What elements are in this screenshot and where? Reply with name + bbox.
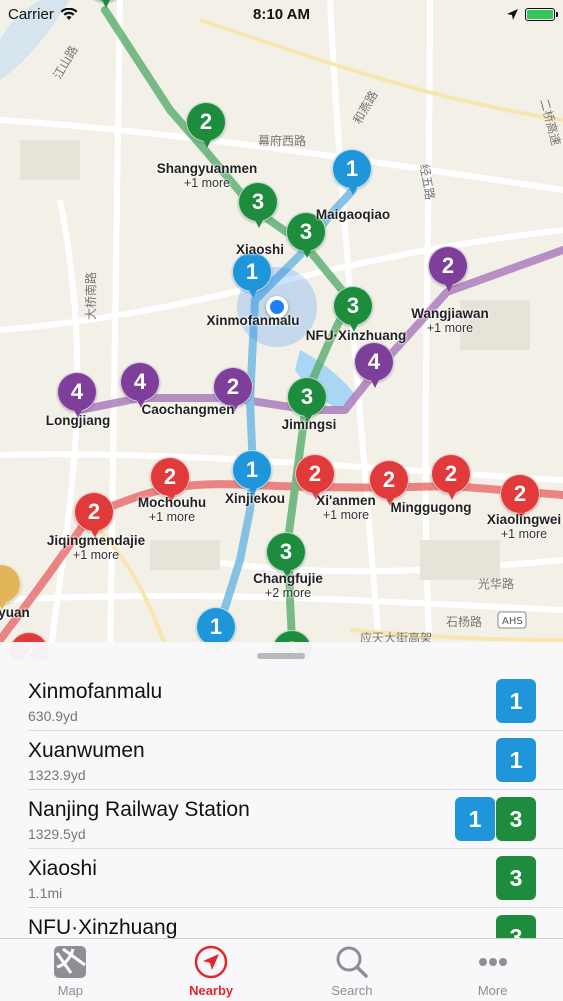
station-label[interactable]: Xi'anmen +1 more xyxy=(316,493,375,523)
street-label: 幕府西路 xyxy=(258,133,306,148)
tab-label: Map xyxy=(57,983,84,998)
line-badge: 1 xyxy=(455,797,495,841)
carrier-label: Carrier xyxy=(8,5,54,23)
station-label[interactable]: Wangjiawan +1 more xyxy=(411,306,489,336)
station-label[interactable]: Jimingsi xyxy=(282,417,337,432)
station-name: NFU·Xinzhuang xyxy=(28,916,178,938)
list-item[interactable]: Xiaoshi 1.1mi 3 xyxy=(28,849,563,908)
station-label[interactable]: Caochangmen xyxy=(141,402,234,417)
list-item[interactable]: NFU·Xinzhuang 3 xyxy=(28,908,563,938)
search-icon xyxy=(336,946,368,978)
list-item[interactable]: Xuanwumen 1323.9yd 1 xyxy=(28,731,563,790)
station-distance: 1.1mi xyxy=(28,885,63,901)
line-badge: 3 xyxy=(496,915,536,938)
map-view[interactable]: 幕府西路 和燕路 经五路 江山路 大桥南路 光华路 石杨路 应天大街高架 二桥高… xyxy=(0,0,563,660)
map-icon xyxy=(54,946,87,978)
line-badge: 1 xyxy=(496,738,536,782)
tab-label: Search xyxy=(331,983,373,998)
station-pin[interactable]: 1 xyxy=(232,252,274,302)
more-dots-icon xyxy=(478,958,507,966)
status-bar: Carrier 8:10 AM xyxy=(0,0,563,28)
station-name: Xinmofanmalu xyxy=(28,680,163,703)
station-label[interactable]: Longjiang xyxy=(46,413,111,428)
tab-bar: Map Nearby Search More xyxy=(0,938,563,1001)
station-pin[interactable]: 2 xyxy=(186,102,228,152)
station-label[interactable]: Mochouhu +1 more xyxy=(138,495,206,525)
station-label[interactable]: NFU·Xinzhuang xyxy=(306,328,407,343)
street-label: 石杨路 xyxy=(446,614,482,629)
station-label[interactable]: Xiaolingwei +1 more xyxy=(487,512,561,542)
battery-icon xyxy=(525,7,558,21)
station-label[interactable]: Xiaoshi xyxy=(236,242,284,257)
station-label[interactable]: Xinmofanmalu xyxy=(206,313,299,328)
highway-shield: AHS xyxy=(497,611,527,629)
tab-map[interactable]: Map xyxy=(0,939,141,1001)
station-label[interactable]: Minggugong xyxy=(391,500,472,515)
station-distance: 1323.9yd xyxy=(28,767,86,783)
station-name: Nanjing Railway Station xyxy=(28,798,250,821)
wifi-icon xyxy=(60,7,78,20)
line-badge: 3 xyxy=(496,797,536,841)
station-pin[interactable]: 4 xyxy=(354,342,396,392)
tab-more[interactable]: More xyxy=(422,939,563,1001)
line-badge: 1 xyxy=(496,679,536,723)
status-time: 8:10 AM xyxy=(253,5,310,23)
street-label: 大桥南路 xyxy=(83,272,98,320)
tab-nearby[interactable]: Nearby xyxy=(141,939,282,1001)
station-label[interactable]: Jiqingmendajie +1 more xyxy=(47,533,145,563)
location-arrow-icon xyxy=(194,945,228,979)
station-label[interactable]: Maigaoqiao xyxy=(316,207,390,222)
tab-label: Nearby xyxy=(189,983,234,998)
svg-text:AHS: AHS xyxy=(502,616,523,627)
list-item[interactable]: Xinmofanmalu 630.9yd 1 xyxy=(28,672,563,731)
station-label[interactable]: Xinjiekou xyxy=(225,491,285,506)
station-name: Xiaoshi xyxy=(28,857,97,880)
station-label[interactable]: yuan xyxy=(0,605,30,620)
nearby-sheet[interactable]: Xinmofanmalu 630.9yd 1 Xuanwumen 1323.9y… xyxy=(0,642,563,938)
station-pin[interactable]: 2 xyxy=(431,454,473,504)
line-badge: 3 xyxy=(496,856,536,900)
station-pin[interactable]: 1 xyxy=(332,149,374,199)
street-label: 光华路 xyxy=(478,576,514,591)
location-services-icon xyxy=(507,8,518,20)
station-label[interactable]: Changfujie +2 more xyxy=(253,571,323,601)
tab-label: More xyxy=(477,983,508,998)
station-name: Xuanwumen xyxy=(28,739,145,762)
station-distance: 1329.5yd xyxy=(28,826,86,842)
list-item[interactable]: Nanjing Railway Station 1329.5yd 1 3 xyxy=(28,790,563,849)
station-label[interactable]: Shangyuanmen +1 more xyxy=(157,161,258,191)
station-pin[interactable]: 2 xyxy=(428,246,470,296)
station-distance: 630.9yd xyxy=(28,708,78,724)
tab-search[interactable]: Search xyxy=(282,939,423,1001)
sheet-grabber[interactable] xyxy=(257,653,305,659)
